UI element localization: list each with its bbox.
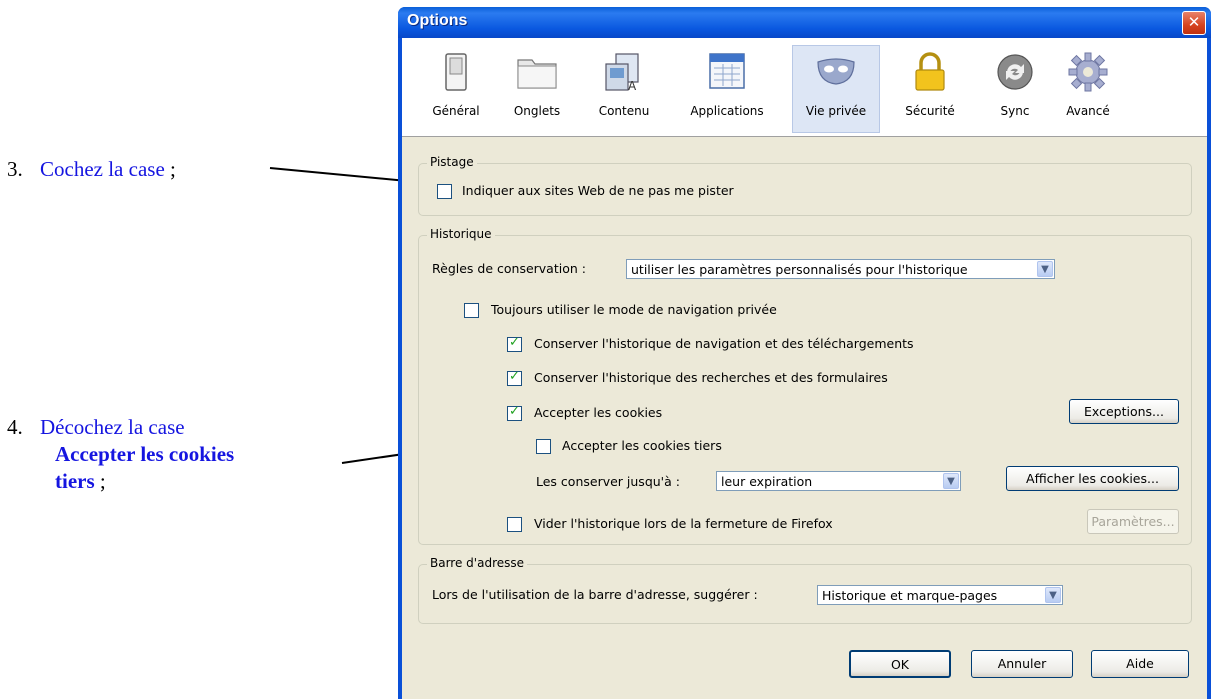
suggest-select[interactable]: Historique et marque-pages ▼ xyxy=(817,585,1063,605)
tab-onglets[interactable]: Onglets xyxy=(507,46,567,132)
switch-icon xyxy=(445,53,467,91)
keep-search-label: Conserver l'historique des recherches et… xyxy=(534,370,888,385)
svg-text:A: A xyxy=(628,79,637,93)
accept-cookies-label: Accepter les cookies xyxy=(534,405,663,420)
mask-icon xyxy=(817,58,855,85)
address-bar-group: Barre d'adresse Lors de l'utilisation de… xyxy=(418,556,1192,624)
applications-icon xyxy=(709,53,745,89)
suggest-label: Lors de l'utilisation de la barre d'adre… xyxy=(432,587,758,602)
folder-tabs-icon xyxy=(517,59,557,89)
third-party-cookies-label: Accepter les cookies tiers xyxy=(562,438,722,453)
tab-onglets-label: Onglets xyxy=(513,104,561,118)
tab-contenu[interactable]: A Contenu xyxy=(592,46,656,132)
tab-avance[interactable]: Avancé xyxy=(1056,46,1120,132)
help-button[interactable]: Aide xyxy=(1091,650,1189,678)
accept-cookies-checkbox[interactable]: ✓ xyxy=(507,404,522,421)
padlock-icon xyxy=(915,52,945,91)
tab-vie-privee[interactable]: Vie privée xyxy=(792,45,880,133)
tab-applications-label: Applications xyxy=(690,104,764,118)
tab-contenu-label: Contenu xyxy=(598,104,650,118)
tab-general-label: Général xyxy=(432,104,480,118)
exceptions-button[interactable]: Exceptions... xyxy=(1069,399,1179,424)
gear-icon xyxy=(1068,52,1108,92)
tab-avance-label: Avancé xyxy=(1066,104,1110,118)
checkmark-icon: ✓ xyxy=(509,404,520,419)
close-icon: ✕ xyxy=(1187,13,1201,31)
clear-on-close-label: Vider l'historique lors de la fermeture … xyxy=(534,516,833,531)
sync-icon xyxy=(997,54,1033,90)
keep-search-checkbox[interactable]: ✓ xyxy=(507,369,522,386)
clear-on-close-checkbox[interactable] xyxy=(507,517,522,532)
content-icon: A xyxy=(605,53,639,93)
historique-group-title: Historique xyxy=(427,227,495,241)
tab-vie-privee-label: Vie privée xyxy=(805,104,867,118)
do-not-track-checkbox[interactable] xyxy=(437,184,452,199)
settings-button[interactable]: Paramètres... xyxy=(1087,509,1179,534)
historique-group: Historique Règles de conservation : util… xyxy=(418,227,1192,545)
ok-button[interactable]: OK xyxy=(849,650,951,678)
retention-select[interactable]: utiliser les paramètres personnalisés po… xyxy=(626,259,1055,279)
cancel-button[interactable]: Annuler xyxy=(971,650,1073,678)
tab-sync-label: Sync xyxy=(1000,104,1030,118)
tab-sync[interactable]: Sync xyxy=(986,46,1044,132)
annotation-step-4: 4. Décochez la case Accepter les cookies… xyxy=(7,414,347,495)
chevron-down-icon: ▼ xyxy=(1037,261,1053,277)
do-not-track-label: Indiquer aux sites Web de ne pas me pist… xyxy=(462,183,734,198)
keep-until-label: Les conserver jusqu'à : xyxy=(536,474,680,489)
always-private-label: Toujours utiliser le mode de navigation … xyxy=(491,302,777,317)
keep-history-label: Conserver l'historique de navigation et … xyxy=(534,336,914,351)
title-bar: Options ✕ xyxy=(398,7,1211,38)
preferences-toolbar: Général Onglets A Contenu Applications V… xyxy=(402,38,1207,137)
keep-until-select-value: leur expiration xyxy=(721,474,813,489)
step-4-suffix: ; xyxy=(94,469,106,493)
chevron-down-icon: ▼ xyxy=(943,473,959,489)
step-3-suffix: ; xyxy=(164,157,176,181)
close-button[interactable]: ✕ xyxy=(1182,11,1206,35)
always-private-checkbox[interactable] xyxy=(464,303,479,318)
address-bar-group-title: Barre d'adresse xyxy=(427,556,528,570)
checkmark-icon: ✓ xyxy=(509,369,520,384)
keep-history-checkbox[interactable]: ✓ xyxy=(507,335,522,352)
step-4-text: Décochez la case xyxy=(40,415,185,439)
step-3-number: 3. xyxy=(7,157,23,181)
dialog-body: Général Onglets A Contenu Applications V… xyxy=(402,38,1207,699)
tab-securite-label: Sécurité xyxy=(905,104,955,118)
options-dialog: Options ✕ Général Onglets A Contenu Appl… xyxy=(398,7,1211,699)
pistage-group-title: Pistage xyxy=(427,155,477,169)
pistage-group: Pistage Indiquer aux sites Web de ne pas… xyxy=(418,155,1192,216)
keep-until-select[interactable]: leur expiration ▼ xyxy=(716,471,961,491)
checkmark-icon: ✓ xyxy=(509,335,520,350)
step-4-bold-line2: tiers xyxy=(55,469,95,493)
chevron-down-icon: ▼ xyxy=(1045,587,1061,603)
window-title: Options xyxy=(407,12,468,29)
step-4-number: 4. xyxy=(7,415,23,439)
step-3-text: Cochez la case xyxy=(40,157,165,181)
show-cookies-button[interactable]: Afficher les cookies... xyxy=(1006,466,1179,491)
tab-general[interactable]: Général xyxy=(427,46,485,132)
tab-securite[interactable]: Sécurité xyxy=(894,46,966,132)
tab-applications[interactable]: Applications xyxy=(683,46,771,132)
suggest-select-value: Historique et marque-pages xyxy=(822,588,998,603)
annotation-step-3: 3. Cochez la case ; xyxy=(7,156,176,183)
step-4-bold-line1: Accepter les cookies xyxy=(55,442,235,466)
third-party-cookies-checkbox[interactable] xyxy=(536,439,551,454)
retention-label: Règles de conservation : xyxy=(432,261,586,276)
retention-select-value: utiliser les paramètres personnalisés po… xyxy=(631,262,968,277)
